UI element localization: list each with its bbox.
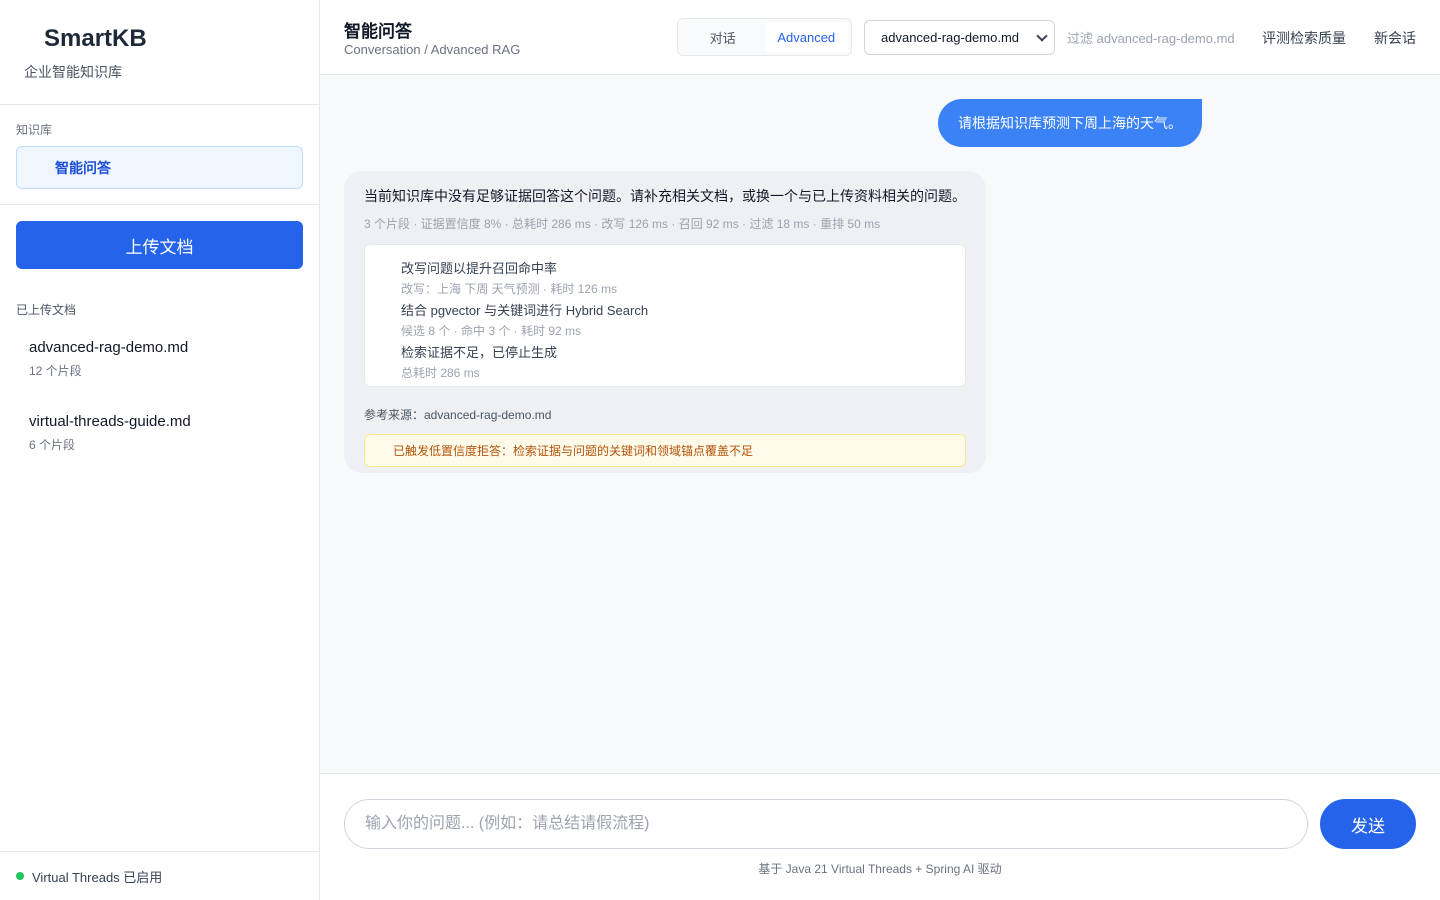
send-button[interactable]: 发送 [1320,799,1416,849]
knowledge-base-section: 知识库 智能问答 [0,105,319,205]
step-title: 改写问题以提升召回命中率 [401,261,558,276]
upload-document-button[interactable]: 上传文档 [16,221,303,269]
mode-toggle: 对话 Advanced [677,18,852,56]
breadcrumb: Conversation / Advanced RAG [344,42,521,57]
answer-text: 当前知识库中没有足够证据回答这个问题。请补充相关文档，或换一个与已上传资料相关的… [364,188,966,204]
retrieval-metrics: 3 个片段 · 证据置信度 8% · 总耗时 286 ms · 改写 126 m… [364,217,881,231]
page-title: 智能问答 [344,22,412,41]
sidebar: SmartKB 企业智能知识库 知识库 智能问答 上传文档 已上传文档 adva… [0,0,320,900]
message-composer: 发送 基于 Java 21 Virtual Threads + Spring A… [320,773,1440,900]
uploaded-documents-list: advanced-rag-demo.md 12 个片段 virtual-thre… [16,330,303,478]
document-chunk-count: 6 个片段 [29,438,76,452]
powered-by-text: 基于 Java 21 Virtual Threads + Spring AI 驱… [758,862,1002,876]
reference-source: 参考来源：advanced-rag-demo.md [364,408,552,422]
evaluate-retrieval-link[interactable]: 评测检索质量 [1262,28,1346,48]
selected-document: advanced-rag-demo.md [881,30,1020,45]
rag-step-hybrid-search: 结合 pgvector 与关键词进行 Hybrid Search 候选 8 个 … [401,300,965,342]
sidebar-item-smart-qa[interactable]: 智能问答 [16,146,303,189]
knowledge-base-label: 知识库 [16,123,53,137]
step-title: 结合 pgvector 与关键词进行 Hybrid Search [401,303,649,318]
main-panel: 智能问答 Conversation / Advanced RAG 对话 Adva… [320,0,1440,900]
document-chunk-count: 12 个片段 [29,364,82,378]
rag-steps: 改写问题以提升召回命中率 改写：上海 下周 天气预测 · 耗时 126 ms 结… [364,244,966,387]
tab-conversation[interactable]: 对话 [681,22,765,52]
uploaded-documents-label: 已上传文档 [16,303,77,317]
user-message: 请根据知识库预测下周上海的天气。 [938,99,1202,147]
rag-step-rewrite: 改写问题以提升召回命中率 改写：上海 下周 天气预测 · 耗时 126 ms [401,258,965,300]
step-detail: 候选 8 个 · 命中 3 个 · 耗时 92 ms [401,324,582,338]
tab-advanced[interactable]: Advanced [764,22,848,52]
brand-subtitle: 企业智能知识库 [24,64,122,80]
rag-step-stop: 检索证据不足，已停止生成 总耗时 286 ms [401,342,965,384]
app-window: SmartKB 企业智能知识库 知识库 智能问答 上传文档 已上传文档 adva… [0,0,1440,900]
document-name: advanced-rag-demo.md [29,339,189,356]
runtime-status: Virtual Threads 已启用 [0,851,319,900]
new-chat-link[interactable]: 新会话 [1374,28,1416,48]
step-title: 检索证据不足，已停止生成 [401,345,558,360]
step-detail: 改写：上海 下周 天气预测 · 耗时 126 ms [401,282,618,296]
status-dot-icon [16,872,24,880]
question-input[interactable] [344,799,1308,849]
assistant-answer-card: 当前知识库中没有足够证据回答这个问题。请补充相关文档，或换一个与已上传资料相关的… [344,171,986,473]
chevron-down-icon [1036,29,1048,42]
active-filter-label: 过滤 advanced-rag-demo.md [1067,31,1235,46]
document-name: virtual-threads-guide.md [29,413,191,430]
document-item-advanced-rag[interactable]: advanced-rag-demo.md 12 个片段 [16,330,303,404]
document-item-virtual-threads[interactable]: virtual-threads-guide.md 6 个片段 [16,404,303,478]
low-confidence-warning: 已触发低置信度拒答：检索证据与问题的关键词和领域锚点覆盖不足 [364,434,966,467]
document-filter-select[interactable]: advanced-rag-demo.md [864,20,1055,55]
step-detail: 总耗时 286 ms [401,366,480,380]
runtime-status-label: Virtual Threads 已启用 [32,869,163,885]
topbar: 智能问答 Conversation / Advanced RAG 对话 Adva… [320,0,1440,75]
brand-title: SmartKB [44,25,147,52]
chat-history: 请根据知识库预测下周上海的天气。 当前知识库中没有足够证据回答这个问题。请补充相… [320,75,1440,773]
brand: SmartKB 企业智能知识库 [0,0,319,105]
